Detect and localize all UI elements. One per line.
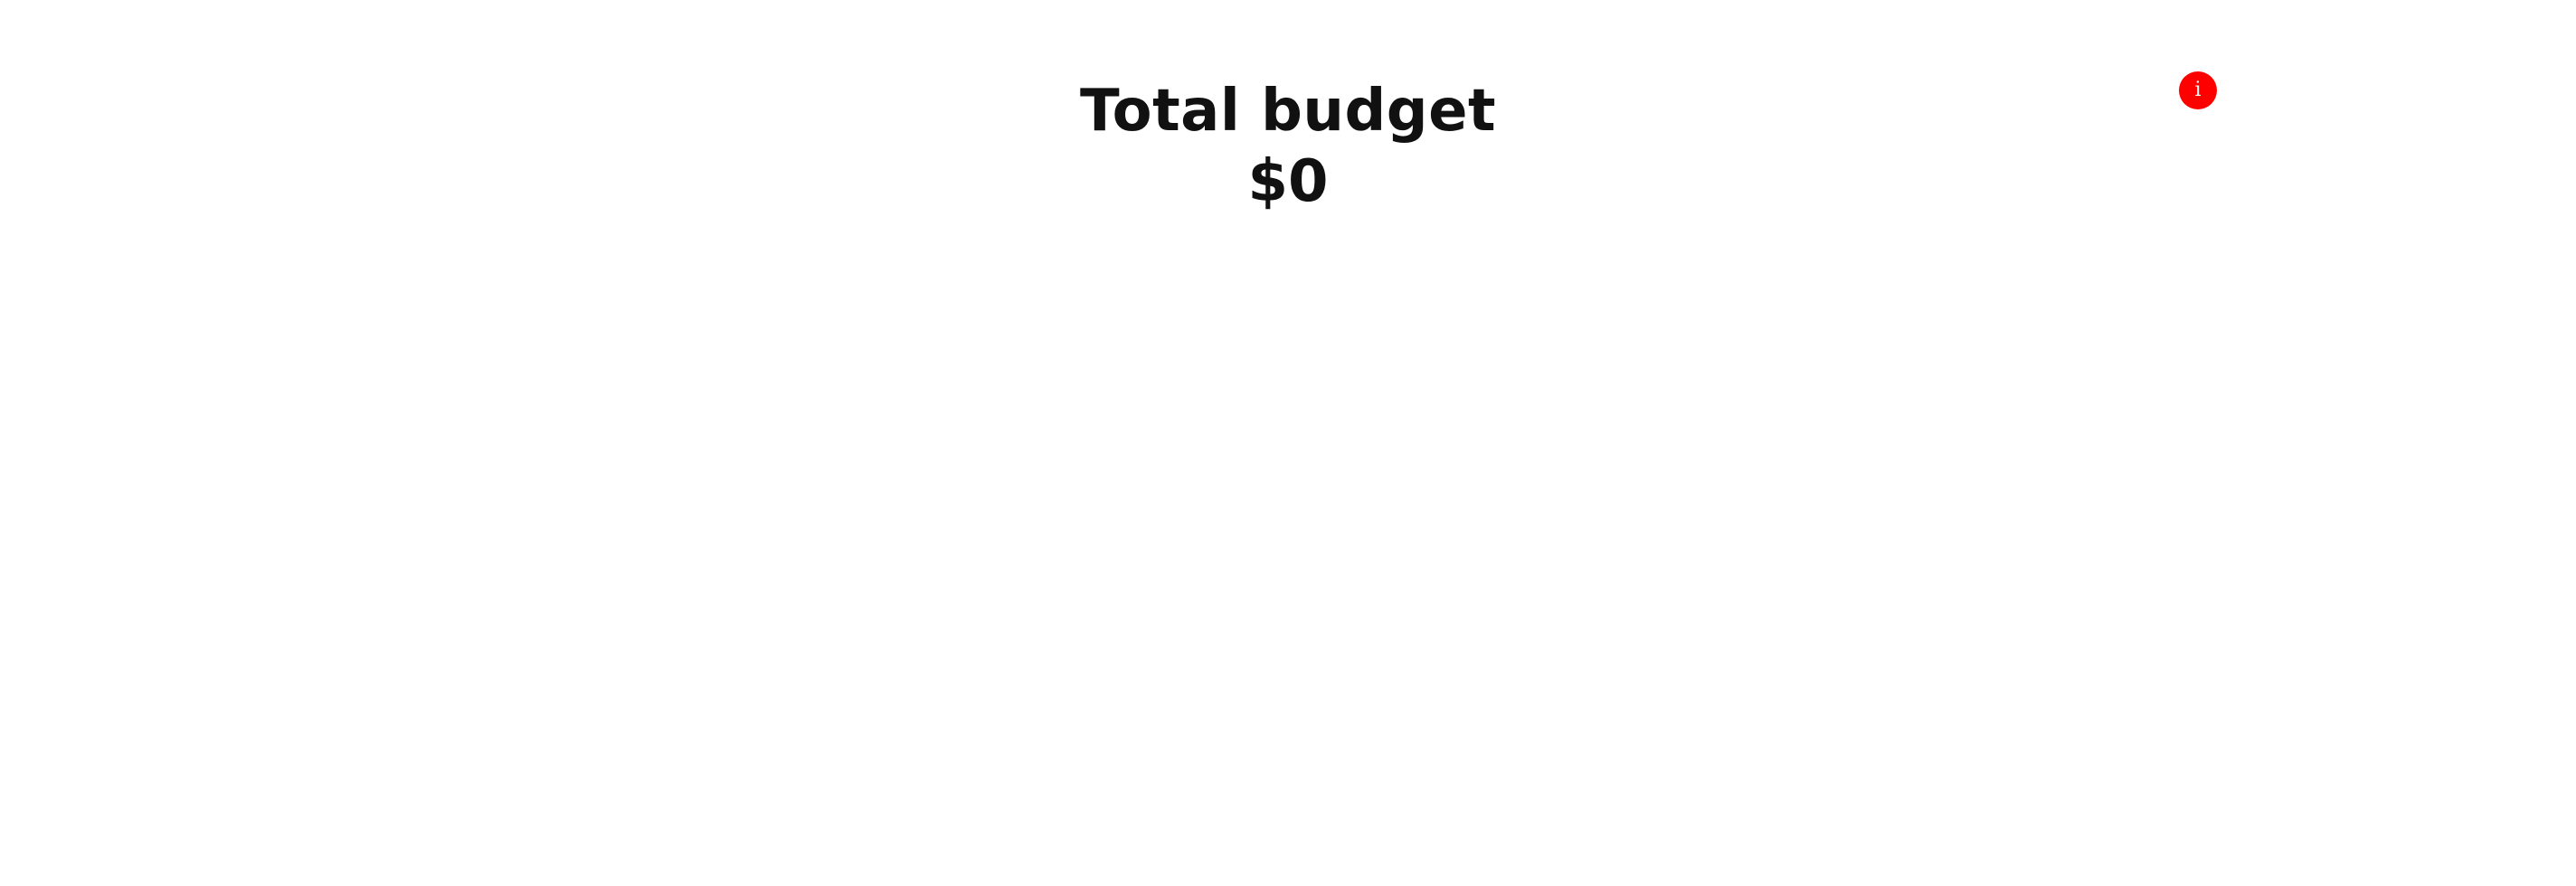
total-budget-amount: $0 [1247, 148, 1329, 215]
info-button[interactable]: i [2179, 71, 2217, 109]
info-icon: i [2194, 79, 2202, 101]
total-budget-label: Total budget [1079, 78, 1497, 145]
total-budget-summary: Total budget $0 [1026, 76, 1550, 217]
